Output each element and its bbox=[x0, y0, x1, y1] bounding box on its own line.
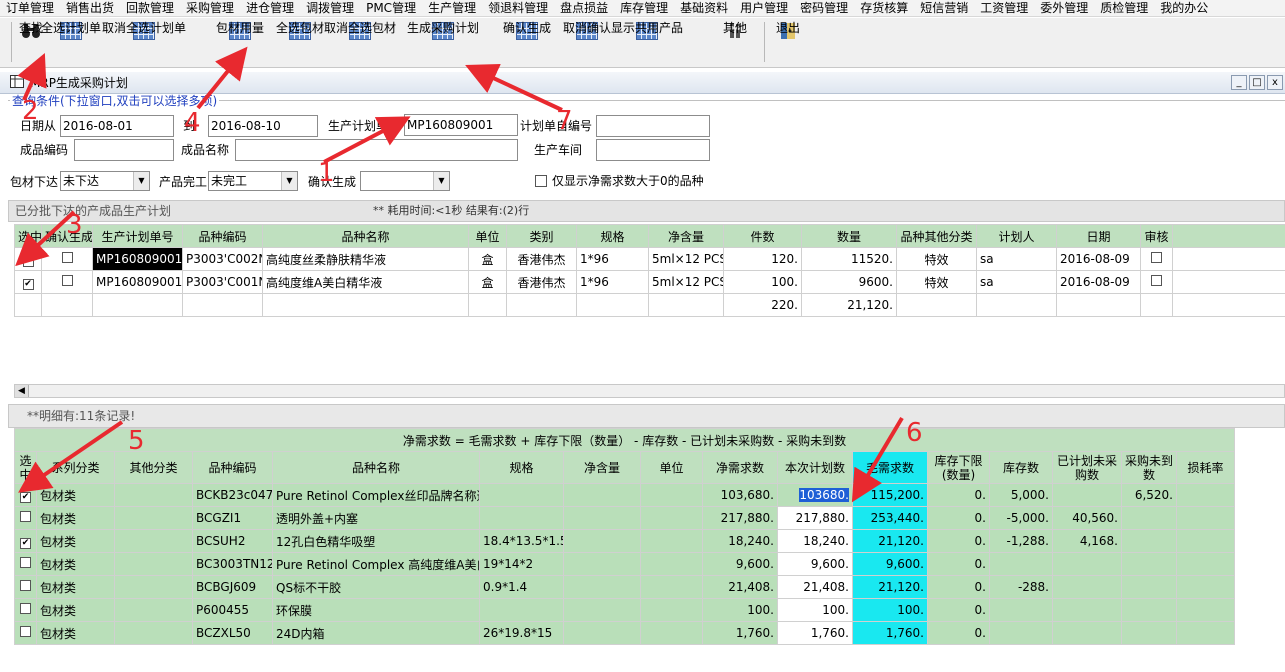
annotation-label: 5 bbox=[128, 426, 145, 456]
annotation-label: 1 bbox=[318, 158, 335, 188]
app-root: 订单管理 销售出货 回款管理 采购管理 进仓管理 调拨管理 PMC管理 生产管理… bbox=[0, 0, 1285, 672]
annotation-arrow bbox=[18, 420, 124, 493]
annotation-label: 3 bbox=[66, 210, 83, 240]
annotation-arrow bbox=[465, 63, 563, 112]
annotation-label: 6 bbox=[906, 418, 923, 448]
annotation-label: 4 bbox=[184, 108, 201, 138]
annotation-arrow bbox=[851, 416, 904, 503]
annotation-arrows bbox=[15, 46, 904, 503]
annotation-label: 7 bbox=[556, 106, 573, 136]
annotation-arrow bbox=[196, 46, 248, 110]
annotation-label: 2 bbox=[22, 96, 39, 126]
annotation-arrow bbox=[17, 53, 47, 101]
annotation-arrow bbox=[323, 116, 411, 164]
